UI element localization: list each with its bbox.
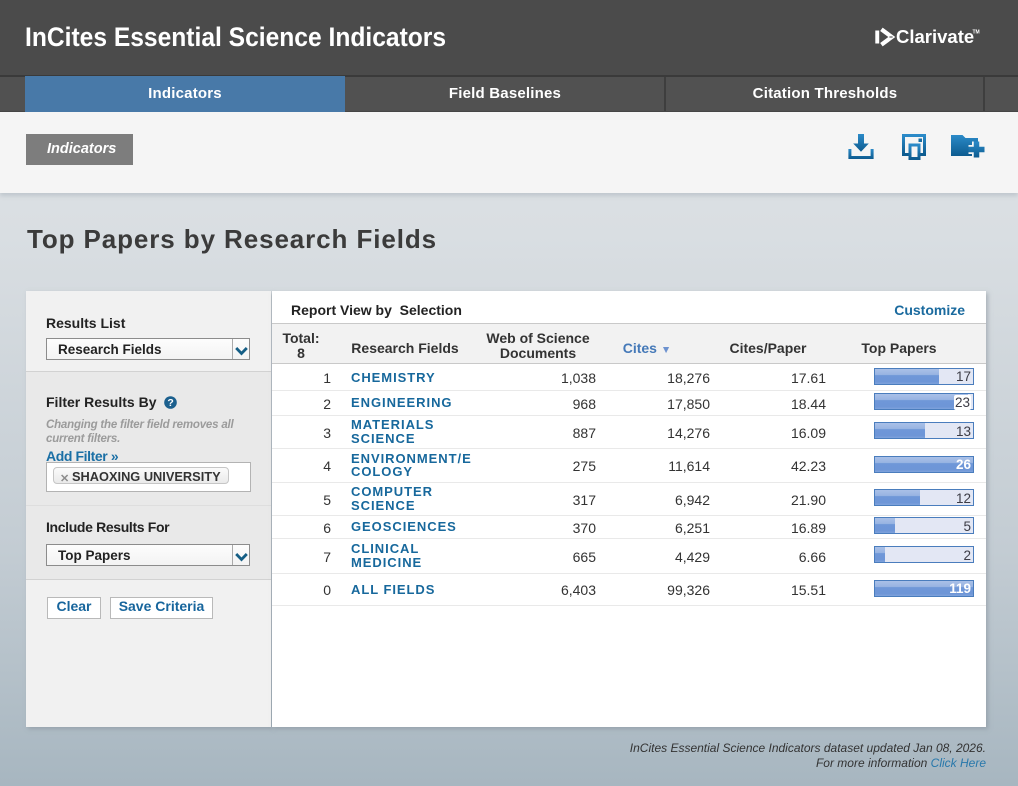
svg-text:TM: TM bbox=[973, 30, 980, 36]
svg-text:?: ? bbox=[168, 397, 174, 409]
svg-text:Clarivate: Clarivate bbox=[896, 26, 974, 47]
